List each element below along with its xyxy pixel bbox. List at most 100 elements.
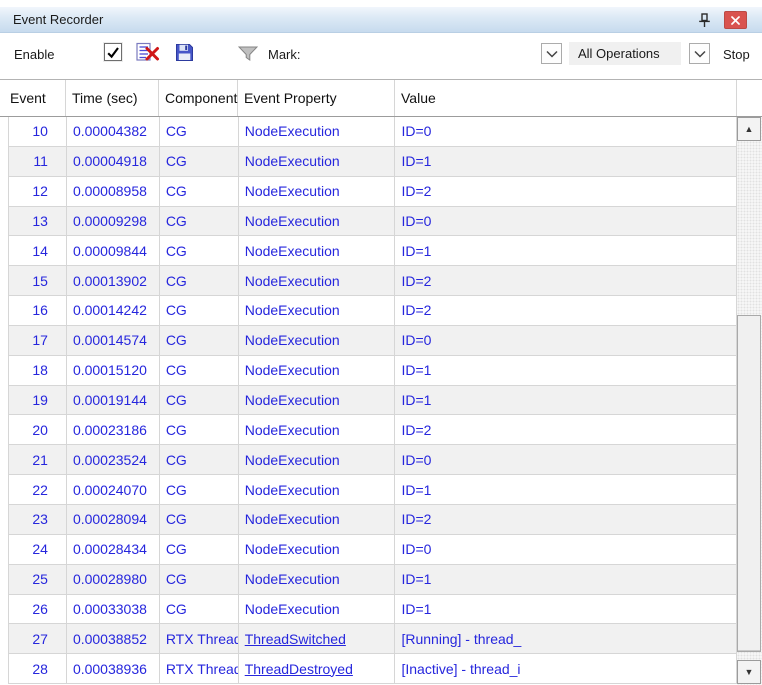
- save-events-button[interactable]: [175, 43, 194, 62]
- cell-text: NodeExecution: [245, 511, 340, 527]
- cell-event: 13: [9, 207, 67, 236]
- table-row[interactable]: 270.00038852RTX ThreadThreadSwitched[Run…: [8, 624, 737, 654]
- cell-text: 19: [32, 392, 48, 408]
- mark-dropdown-button[interactable]: [541, 43, 562, 64]
- table-row[interactable]: 160.00014242CGNodeExecutionID=2: [8, 296, 737, 326]
- cell-event: 17: [9, 326, 67, 355]
- operations-dropdown-button[interactable]: [689, 43, 710, 64]
- cell-event: 11: [9, 147, 67, 176]
- cell-text: 0.00014242: [73, 302, 147, 318]
- scrollbar-thumb[interactable]: [737, 315, 761, 652]
- cell-text: 0.00023186: [73, 422, 147, 438]
- cell-text: 11: [33, 153, 48, 169]
- cell-value: ID=2: [395, 266, 737, 295]
- cell-component: CG: [160, 177, 239, 206]
- event-property-link[interactable]: ThreadSwitched: [245, 631, 346, 647]
- table-row[interactable]: 150.00013902CGNodeExecutionID=2: [8, 266, 737, 296]
- cell-text: NodeExecution: [245, 392, 340, 408]
- enable-checkbox[interactable]: [104, 43, 122, 61]
- cell-property: NodeExecution: [239, 386, 396, 415]
- clear-events-button[interactable]: [136, 42, 160, 62]
- table-row[interactable]: 120.00008958CGNodeExecutionID=2: [8, 177, 737, 207]
- cell-text: ID=1: [401, 571, 431, 587]
- cell-value: ID=1: [395, 236, 737, 265]
- cell-value: ID=0: [395, 326, 737, 355]
- cell-property: NodeExecution: [239, 236, 396, 265]
- operations-filter-select[interactable]: All Operations: [569, 42, 681, 65]
- cell-event: 16: [9, 296, 67, 325]
- mark-input[interactable]: [313, 42, 539, 64]
- cell-value: ID=1: [395, 147, 737, 176]
- table-row[interactable]: 210.00023524CGNodeExecutionID=0: [8, 445, 737, 475]
- table-row[interactable]: 180.00015120CGNodeExecutionID=1: [8, 356, 737, 386]
- cell-text: NodeExecution: [245, 302, 340, 318]
- cell-event: 20: [9, 415, 67, 444]
- scroll-down-icon: ▼: [745, 667, 754, 677]
- cell-text: NodeExecution: [245, 362, 340, 378]
- table-row[interactable]: 100.00004382CGNodeExecutionID=0: [8, 117, 737, 147]
- cell-time: 0.00015120: [67, 356, 160, 385]
- cell-time: 0.00004382: [67, 117, 160, 146]
- filter-button[interactable]: [238, 46, 258, 61]
- cell-component: CG: [160, 595, 239, 624]
- checkmark-icon: [106, 46, 120, 59]
- table-row[interactable]: 200.00023186CGNodeExecutionID=2: [8, 415, 737, 445]
- cell-text: NodeExecution: [245, 482, 340, 498]
- clear-list-icon: [136, 42, 160, 62]
- pin-icon: [698, 13, 711, 28]
- cell-event: 19: [9, 386, 67, 415]
- cell-text: 0.00028094: [73, 511, 147, 527]
- event-property-link[interactable]: ThreadDestroyed: [245, 661, 353, 677]
- scroll-up-button[interactable]: ▲: [737, 117, 761, 141]
- toolbar: Enable: [0, 33, 762, 79]
- cell-property: NodeExecution: [239, 535, 396, 564]
- column-header-component[interactable]: Component: [159, 80, 238, 116]
- cell-text: ID=0: [401, 541, 431, 557]
- table-row[interactable]: 260.00033038CGNodeExecutionID=1: [8, 595, 737, 625]
- cell-value: ID=0: [395, 207, 737, 236]
- table-row[interactable]: 190.00019144CGNodeExecutionID=1: [8, 386, 737, 416]
- cell-text: 0.00004918: [73, 153, 147, 169]
- cell-time: 0.00023186: [67, 415, 160, 444]
- cell-value: ID=0: [395, 445, 737, 474]
- table-row[interactable]: 140.00009844CGNodeExecutionID=1: [8, 236, 737, 266]
- table-row[interactable]: 280.00038936RTX ThreadThreadDestroyed[In…: [8, 654, 737, 684]
- vertical-scrollbar[interactable]: ▲ ▼: [737, 117, 762, 685]
- column-header-event[interactable]: Event: [8, 80, 66, 116]
- pin-button[interactable]: [695, 11, 713, 29]
- table-row[interactable]: 230.00028094CGNodeExecutionID=2: [8, 505, 737, 535]
- cell-property: NodeExecution: [239, 505, 396, 534]
- cell-text: NodeExecution: [245, 213, 340, 229]
- cell-time: 0.00009298: [67, 207, 160, 236]
- cell-text: 12: [32, 183, 48, 199]
- table-row[interactable]: 130.00009298CGNodeExecutionID=0: [8, 207, 737, 237]
- close-button[interactable]: [724, 11, 747, 29]
- cell-component: CG: [160, 475, 239, 504]
- cell-component: RTX Thread: [160, 624, 239, 653]
- cell-text: 0.00019144: [73, 392, 147, 408]
- cell-text: ID=2: [401, 422, 431, 438]
- table-row[interactable]: 240.00028434CGNodeExecutionID=0: [8, 535, 737, 565]
- column-header-time[interactable]: Time (sec): [66, 80, 159, 116]
- cell-event: 18: [9, 356, 67, 385]
- cell-component: CG: [160, 117, 239, 146]
- cell-time: 0.00023524: [67, 445, 160, 474]
- cell-text: 0.00038936: [73, 661, 147, 677]
- table-row[interactable]: 250.00028980CGNodeExecutionID=1: [8, 565, 737, 595]
- table-row[interactable]: 110.00004918CGNodeExecutionID=1: [8, 147, 737, 177]
- cell-value: ID=2: [395, 415, 737, 444]
- scroll-down-button[interactable]: ▼: [737, 660, 761, 684]
- column-header-event-property[interactable]: Event Property: [238, 80, 395, 116]
- cell-text: CG: [166, 243, 187, 259]
- cell-value: ID=2: [395, 296, 737, 325]
- table-row[interactable]: 170.00014574CGNodeExecutionID=0: [8, 326, 737, 356]
- cell-text: ID=1: [401, 601, 431, 617]
- cell-property: NodeExecution: [239, 117, 396, 146]
- table-row[interactable]: 220.00024070CGNodeExecutionID=1: [8, 475, 737, 505]
- cell-text: CG: [166, 332, 187, 348]
- cell-text: [Running] - thread_: [401, 631, 521, 647]
- cell-text: ID=1: [401, 153, 431, 169]
- cell-event: 27: [9, 624, 67, 653]
- column-header-value[interactable]: Value: [395, 80, 737, 116]
- cell-text: CG: [166, 601, 187, 617]
